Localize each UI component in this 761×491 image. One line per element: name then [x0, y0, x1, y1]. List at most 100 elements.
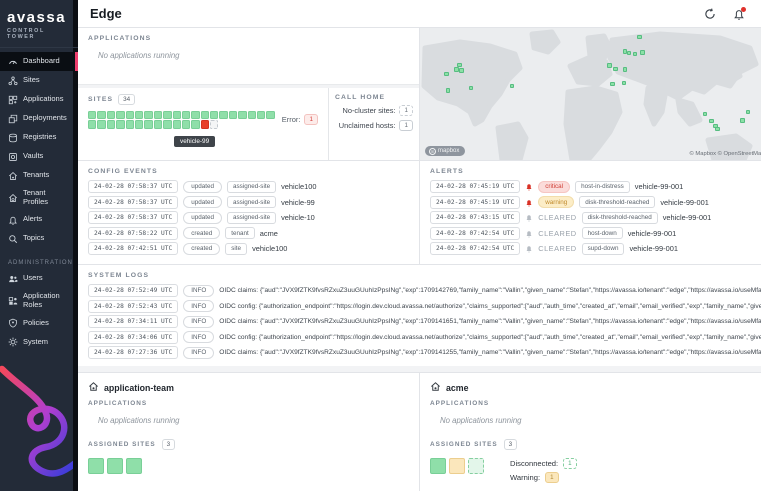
- alert-row[interactable]: 24-02-28 07:42:54 UTC CLEARED host-down …: [430, 226, 761, 240]
- sidebar-item-alerts[interactable]: Alerts: [0, 210, 78, 229]
- world-map[interactable]: × mmapbox © Mapbox © OpenStreetMap Impro…: [420, 28, 761, 160]
- map-site-marker[interactable]: [740, 118, 745, 123]
- map-site-marker[interactable]: [621, 80, 627, 86]
- map-site-marker[interactable]: [632, 51, 638, 57]
- sidebar-item-dashboard[interactable]: Dashboard: [0, 52, 78, 71]
- map-site-marker[interactable]: [709, 118, 714, 124]
- sidebar-item-topics[interactable]: Topics: [0, 229, 78, 248]
- site-square[interactable]: [257, 111, 266, 120]
- assigned-site-square[interactable]: [126, 458, 142, 474]
- site-square[interactable]: [153, 111, 163, 120]
- map-site-marker[interactable]: [610, 81, 615, 87]
- tenant-header[interactable]: acme: [430, 381, 761, 394]
- site-square[interactable]: [116, 111, 125, 120]
- timestamp: 24-02-28 07:58:37 UTC: [88, 211, 179, 224]
- assigned-site-square[interactable]: [88, 458, 104, 474]
- assigned-sites-grid: [430, 458, 484, 474]
- site-square[interactable]: [200, 111, 210, 120]
- site-square[interactable]: [97, 120, 106, 129]
- site-square[interactable]: [88, 120, 97, 129]
- site-square[interactable]: [181, 120, 191, 129]
- sidebar-item-users[interactable]: Users: [0, 269, 78, 288]
- site-square[interactable]: [153, 120, 163, 129]
- map-site-marker[interactable]: [622, 67, 628, 72]
- site-square[interactable]: [163, 111, 172, 120]
- log-row[interactable]: 24-02-28 07:27:36 UTC INFO OIDC claims: …: [88, 346, 761, 359]
- map-site-marker[interactable]: [640, 50, 645, 55]
- assigned-site-square[interactable]: [107, 458, 123, 474]
- map-site-marker[interactable]: [637, 34, 642, 40]
- site-square[interactable]: [163, 120, 172, 129]
- map-site-marker[interactable]: [509, 83, 515, 89]
- sidebar-item-tenants[interactable]: Tenants: [0, 166, 78, 185]
- alert-row[interactable]: 24-02-28 07:43:15 UTC CLEARED disk-thres…: [430, 211, 761, 224]
- map-site-marker[interactable]: [702, 111, 708, 117]
- site-square[interactable]: [97, 111, 106, 120]
- brand-logo[interactable]: avassa CONTROL TOWER: [0, 0, 78, 48]
- config-event-row[interactable]: 24-02-28 07:58:37 UTC updated assigned-s…: [88, 195, 409, 209]
- alert-row[interactable]: 24-02-28 07:45:19 UTC critical host-in-d…: [430, 180, 761, 193]
- log-level-badge: INFO: [183, 300, 215, 312]
- config-event-row[interactable]: 24-02-28 07:58:37 UTC updated assigned-s…: [88, 180, 409, 193]
- site-square[interactable]: [116, 120, 125, 129]
- site-square[interactable]: [144, 120, 153, 129]
- site-square[interactable]: [181, 111, 191, 120]
- map-site-marker[interactable]: [444, 71, 449, 77]
- sidebar-item-deployments[interactable]: Deployments: [0, 109, 78, 128]
- sidebar-item-tenant-profiles[interactable]: Tenant Profiles: [0, 185, 78, 210]
- config-event-row[interactable]: 24-02-28 07:42:51 UTC created site vehic…: [88, 242, 409, 255]
- site-square[interactable]: [191, 111, 200, 120]
- timestamp: 24-02-28 07:42:51 UTC: [88, 242, 179, 255]
- map-site-marker[interactable]: [459, 68, 464, 73]
- sidebar-item-applications[interactable]: Applications: [0, 90, 78, 109]
- map-site-marker[interactable]: [468, 85, 474, 91]
- log-row[interactable]: 24-02-28 07:34:06 UTC INFO OIDC config: …: [88, 330, 761, 344]
- site-square[interactable]: [125, 111, 134, 120]
- refresh-icon[interactable]: [703, 7, 717, 21]
- site-square[interactable]: [238, 111, 247, 120]
- log-row[interactable]: 24-02-28 07:52:43 UTC INFO OIDC config: …: [88, 299, 761, 313]
- sidebar-item-vaults[interactable]: Vaults: [0, 147, 78, 166]
- site-square[interactable]: [106, 111, 116, 120]
- log-row[interactable]: 24-02-28 07:52:49 UTC INFO OIDC claims: …: [88, 284, 761, 297]
- sidebar-item-policies[interactable]: Policies: [0, 314, 78, 333]
- site-square[interactable]: [134, 120, 144, 129]
- sidebar-item-sites[interactable]: Sites: [0, 71, 78, 90]
- site-square[interactable]: [144, 111, 153, 120]
- assigned-site-square[interactable]: [468, 458, 484, 474]
- site-square[interactable]: [210, 111, 219, 120]
- assigned-site-square[interactable]: [449, 458, 465, 474]
- sidebar-item-application-roles[interactable]: Application Roles: [0, 288, 78, 313]
- notifications-bell-icon[interactable]: [732, 6, 747, 21]
- site-square[interactable]: [106, 120, 116, 129]
- sidebar-item-system[interactable]: System: [0, 333, 78, 352]
- site-square[interactable]: [125, 120, 134, 129]
- site-square[interactable]: [247, 111, 257, 120]
- site-square[interactable]: [172, 120, 181, 129]
- alert-row[interactable]: 24-02-28 07:45:19 UTC warning disk-thres…: [430, 195, 761, 209]
- map-site-marker[interactable]: [613, 66, 618, 72]
- tenant-header[interactable]: application-team: [88, 381, 409, 394]
- site-square[interactable]: [219, 111, 228, 120]
- log-row[interactable]: 24-02-28 07:34:11 UTC INFO OIDC claims: …: [88, 315, 761, 328]
- map-site-marker[interactable]: [715, 126, 720, 132]
- mapbox-logo[interactable]: m mapbox: [425, 146, 466, 156]
- sites-panel: SITES 34 Error: 1 vehicle-99: [78, 88, 329, 160]
- map-site-marker[interactable]: [445, 88, 451, 93]
- sidebar-item-registries[interactable]: Registries: [0, 128, 78, 147]
- site-square[interactable]: [228, 111, 238, 120]
- map-site-marker[interactable]: [745, 109, 751, 115]
- site-square[interactable]: [172, 111, 181, 120]
- site-square[interactable]: [134, 111, 144, 120]
- map-site-marker[interactable]: [626, 50, 632, 56]
- assigned-site-square[interactable]: [430, 458, 446, 474]
- site-square[interactable]: [191, 120, 200, 129]
- alert-row[interactable]: 24-02-28 07:42:54 UTC CLEARED supd-down …: [430, 242, 761, 255]
- site-square[interactable]: [210, 120, 219, 129]
- site-square[interactable]: [88, 111, 97, 120]
- site-square[interactable]: [200, 120, 210, 129]
- map-site-marker[interactable]: [607, 63, 612, 68]
- config-event-row[interactable]: 24-02-28 07:58:37 UTC updated assigned-s…: [88, 211, 409, 224]
- site-square[interactable]: [266, 111, 275, 120]
- config-event-row[interactable]: 24-02-28 07:58:22 UTC created tenant acm…: [88, 226, 409, 240]
